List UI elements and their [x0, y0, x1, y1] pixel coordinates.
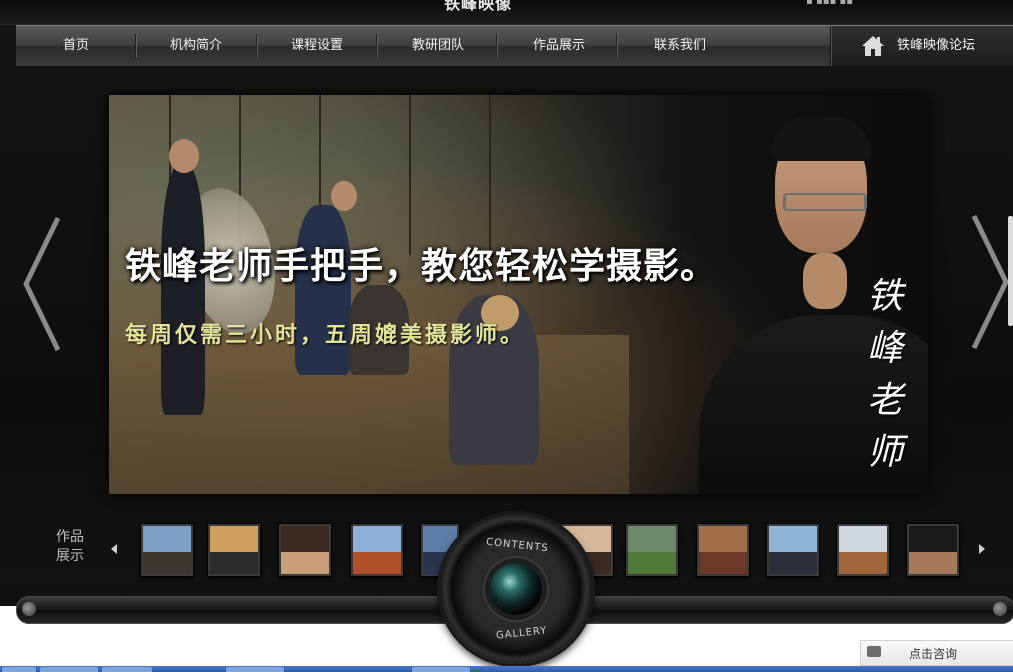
nav-home[interactable]: 首页 — [16, 26, 136, 66]
thumb-image-bottom — [699, 552, 747, 574]
scrollbar-thumb[interactable] — [1008, 216, 1013, 326]
gallery-thumb-green-field[interactable] — [626, 524, 678, 576]
gallery-prev-arrow[interactable] — [111, 544, 117, 554]
teacher-hair — [771, 117, 871, 161]
thumb-image-top — [281, 526, 329, 553]
rail-knob-right — [993, 602, 1007, 616]
chevron-right-icon[interactable] — [970, 214, 1010, 350]
gallery-thumb-portrait-elder[interactable] — [907, 524, 959, 576]
nav-divider — [376, 34, 377, 58]
gallery-next-arrow[interactable] — [979, 544, 985, 554]
thumb-image-bottom — [769, 552, 817, 574]
taskbar-button[interactable] — [102, 667, 152, 672]
gallery-label: 作品 展示 — [50, 528, 90, 566]
nav-works[interactable]: 作品展示 — [499, 26, 619, 66]
top-links[interactable]: ▪ ▪▪▪ ▪▪ — [806, 0, 853, 7]
taskbar-button[interactable] — [40, 667, 98, 672]
gallery-thumb-palace[interactable] — [141, 524, 193, 576]
lens-glass — [490, 563, 542, 615]
glasses — [783, 193, 867, 211]
nav-divider — [496, 34, 497, 58]
gallery-lens-button[interactable]: CONTENTS GALLERY — [440, 514, 592, 664]
thumb-image-top — [210, 526, 258, 553]
gallery-thumb-praying-child[interactable] — [697, 524, 749, 576]
forum-label: 铁峰映像论坛 — [897, 38, 976, 53]
nav-divider — [616, 34, 617, 58]
page: 铁峰映像 ▪ ▪▪▪ ▪▪ 首页 机构简介 课程设置 教研团队 作品展示 联系我… — [0, 0, 1013, 672]
gallery-thumb-pagoda[interactable] — [351, 524, 403, 576]
taskbar-button[interactable] — [226, 667, 284, 672]
nav-forum[interactable]: 铁峰映像论坛 — [830, 26, 1013, 66]
consult-label: 点击咨询 — [909, 647, 958, 661]
gallery-label-line1: 作品 — [56, 529, 84, 545]
banner-tree — [409, 95, 411, 255]
top-bar: 铁峰映像 ▪ ▪▪▪ ▪▪ — [0, 0, 1013, 25]
thumb-image-top — [839, 526, 887, 553]
thumb-image-bottom — [909, 552, 957, 574]
home-icon — [862, 36, 884, 56]
thumb-image-top — [353, 526, 401, 553]
thumb-image-top — [143, 526, 191, 553]
thumb-image-top — [769, 526, 817, 553]
banner-headline: 铁峰老师手把手，教您轻松学摄影。 — [125, 245, 718, 287]
taskbar-button[interactable] — [2, 667, 36, 672]
banner-signature: 铁峰老师 — [866, 276, 903, 473]
hero-banner[interactable]: 铁峰老师手把手，教您轻松学摄影。 每周仅需三小时，五周媲美摄影师。 铁峰老师 — [109, 95, 928, 494]
gallery-thumb-portrait-man[interactable] — [279, 524, 331, 576]
site-logo[interactable]: 铁峰映像 — [444, 0, 512, 14]
nav-contact[interactable]: 联系我们 — [620, 26, 740, 66]
banner-subline: 每周仅需三小时，五周媲美摄影师。 — [125, 322, 526, 348]
thumb-image-bottom — [281, 552, 329, 574]
rail-knob-left — [22, 602, 36, 616]
person-head — [331, 181, 357, 211]
chevron-left-icon[interactable] — [22, 216, 62, 352]
thumb-image-top — [699, 526, 747, 553]
thumb-image-bottom — [839, 552, 887, 574]
thumb-image-bottom — [143, 552, 191, 574]
consult-button[interactable]: 点击咨询 — [860, 640, 1013, 666]
chat-icon — [867, 646, 881, 657]
thumb-image-bottom — [353, 552, 401, 574]
nav-team[interactable]: 教研团队 — [378, 26, 498, 66]
thumb-image-bottom — [628, 552, 676, 574]
gallery-thumb-sunset-lake[interactable] — [208, 524, 260, 576]
person-head — [169, 139, 199, 173]
thumb-image-bottom — [210, 552, 258, 574]
nav-courses[interactable]: 课程设置 — [257, 26, 377, 66]
lens-text-bottom: GALLERY — [495, 625, 548, 642]
thumb-image-top — [909, 526, 957, 553]
thumb-image-top — [628, 526, 676, 553]
gallery-label-line2: 展示 — [56, 548, 84, 564]
gallery-thumb-bird[interactable] — [767, 524, 819, 576]
taskbar-button[interactable] — [412, 667, 470, 672]
teacher-hand — [803, 253, 847, 309]
lens-text-top: CONTENTS — [485, 536, 550, 555]
person-figure — [295, 205, 351, 375]
gallery-thumb-potala[interactable] — [837, 524, 889, 576]
nav-about[interactable]: 机构简介 — [136, 26, 256, 66]
person-figure — [161, 165, 205, 415]
main-nav: 首页 机构简介 课程设置 教研团队 作品展示 联系我们 铁峰映像论坛 — [16, 25, 1013, 67]
